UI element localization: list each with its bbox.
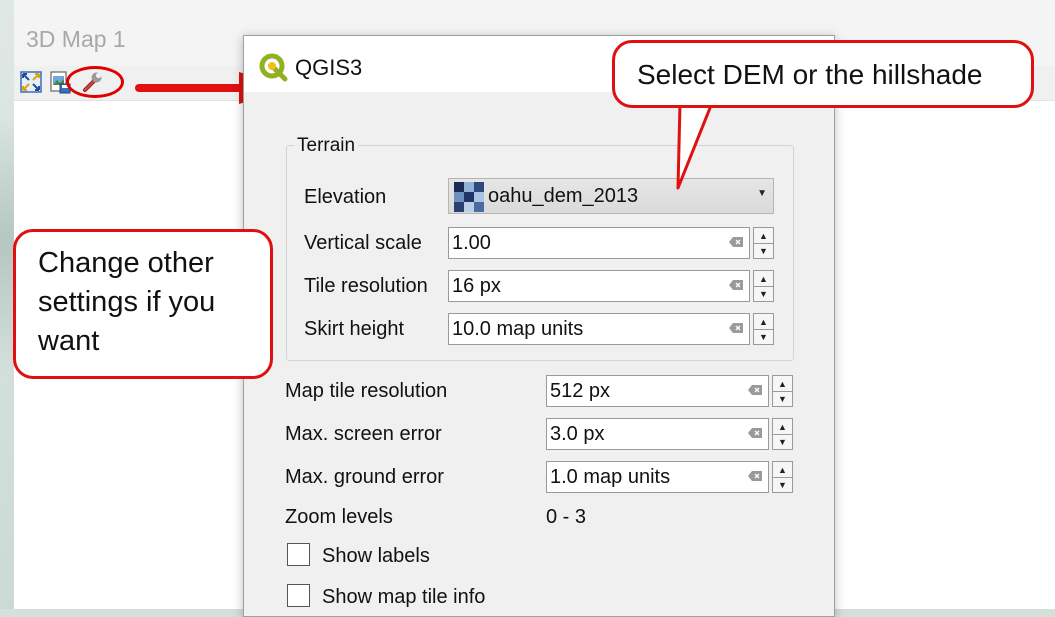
- map-tile-resolution-label: Map tile resolution: [285, 380, 448, 402]
- decrement-arrow-icon[interactable]: ▼: [773, 434, 792, 449]
- elevation-value: oahu_dem_2013: [488, 185, 639, 207]
- map-tile-resolution-stepper: ▲ ▼: [772, 375, 793, 407]
- show-labels-checkbox[interactable]: [287, 543, 310, 566]
- qgis-logo-icon: [259, 53, 288, 82]
- max-screen-error-label: Max. screen error: [285, 423, 442, 445]
- max-screen-error-value: 3.0 px: [550, 423, 605, 445]
- max-ground-error-value: 1.0 map units: [550, 466, 671, 488]
- tile-resolution-label: Tile resolution: [304, 275, 428, 297]
- settings-callout-line2: settings if you: [38, 286, 216, 318]
- elevation-label: Elevation: [304, 186, 387, 208]
- increment-arrow-icon[interactable]: ▲: [754, 228, 773, 244]
- terrain-group-title: Terrain: [294, 135, 359, 157]
- skirt-height-value: 10.0 map units: [452, 318, 584, 340]
- clear-icon[interactable]: [729, 323, 743, 333]
- decrement-arrow-icon[interactable]: ▼: [754, 243, 773, 258]
- tile-resolution-field[interactable]: 16 px: [448, 270, 750, 302]
- increment-arrow-icon[interactable]: ▲: [773, 462, 792, 478]
- show-tile-info-checkbox[interactable]: [287, 584, 310, 607]
- settings-callout: Change other settings if you want: [13, 229, 273, 379]
- dialog-title: QGIS3: [295, 55, 363, 80]
- max-screen-error-field[interactable]: 3.0 px: [546, 418, 769, 450]
- vertical-scale-label: Vertical scale: [304, 232, 422, 254]
- clear-icon[interactable]: [729, 280, 743, 290]
- show-labels-label[interactable]: Show labels: [322, 545, 430, 568]
- map-tile-resolution-field[interactable]: 512 px: [546, 375, 769, 407]
- settings-callout-line1: Change other: [38, 247, 214, 279]
- max-ground-error-spinbox[interactable]: 1.0 map units ▲ ▼: [546, 461, 793, 493]
- tile-resolution-spinbox[interactable]: 16 px ▲ ▼: [448, 270, 774, 302]
- clear-icon[interactable]: [748, 385, 762, 395]
- increment-arrow-icon[interactable]: ▲: [773, 376, 792, 392]
- raster-layer-icon: [454, 182, 484, 212]
- dem-callout-text: Select DEM or the hillshade: [637, 59, 983, 90]
- decrement-arrow-icon[interactable]: ▼: [754, 329, 773, 344]
- elevation-combobox[interactable]: oahu_dem_2013 ▼: [448, 178, 774, 214]
- 3d-map-title: 3D Map 1: [26, 26, 126, 52]
- show-tile-info-label[interactable]: Show map tile info: [322, 586, 485, 609]
- increment-arrow-icon[interactable]: ▲: [754, 314, 773, 330]
- wrench-highlight-circle: [66, 66, 124, 98]
- map-tile-resolution-spinbox[interactable]: 512 px ▲ ▼: [546, 375, 793, 407]
- chevron-down-icon: ▼: [757, 188, 767, 199]
- 3d-configuration-dialog: QGIS3 Terrain Elevation oahu_dem_2013 ▼ …: [243, 35, 835, 617]
- dem-callout-tail: [674, 100, 716, 190]
- max-ground-error-field[interactable]: 1.0 map units: [546, 461, 769, 493]
- skirt-height-spinbox[interactable]: 10.0 map units ▲ ▼: [448, 313, 774, 345]
- max-screen-error-spinbox[interactable]: 3.0 px ▲ ▼: [546, 418, 793, 450]
- clear-icon[interactable]: [729, 237, 743, 247]
- zoom-full-icon[interactable]: [19, 70, 43, 94]
- max-ground-error-stepper: ▲ ▼: [772, 461, 793, 493]
- vertical-scale-stepper: ▲ ▼: [753, 227, 774, 259]
- increment-arrow-icon[interactable]: ▲: [773, 419, 792, 435]
- skirt-height-field[interactable]: 10.0 map units: [448, 313, 750, 345]
- max-ground-error-label: Max. ground error: [285, 466, 444, 488]
- clear-icon[interactable]: [748, 471, 762, 481]
- clear-icon[interactable]: [748, 428, 762, 438]
- settings-callout-line3: want: [38, 325, 100, 357]
- vertical-scale-value: 1.00: [452, 232, 491, 254]
- decrement-arrow-icon[interactable]: ▼: [773, 477, 792, 492]
- tile-resolution-stepper: ▲ ▼: [753, 270, 774, 302]
- map-tile-resolution-value: 512 px: [550, 380, 611, 402]
- decrement-arrow-icon[interactable]: ▼: [773, 391, 792, 406]
- zoom-levels-label: Zoom levels: [285, 506, 393, 528]
- vertical-scale-spinbox[interactable]: 1.00 ▲ ▼: [448, 227, 774, 259]
- zoom-levels-value: 0 - 3: [546, 506, 587, 528]
- tile-resolution-value: 16 px: [452, 275, 501, 297]
- increment-arrow-icon[interactable]: ▲: [754, 271, 773, 287]
- skirt-height-stepper: ▲ ▼: [753, 313, 774, 345]
- max-screen-error-stepper: ▲ ▼: [772, 418, 793, 450]
- skirt-height-label: Skirt height: [304, 318, 405, 340]
- dem-callout: Select DEM or the hillshade: [612, 40, 1034, 108]
- decrement-arrow-icon[interactable]: ▼: [754, 286, 773, 301]
- vertical-scale-field[interactable]: 1.00: [448, 227, 750, 259]
